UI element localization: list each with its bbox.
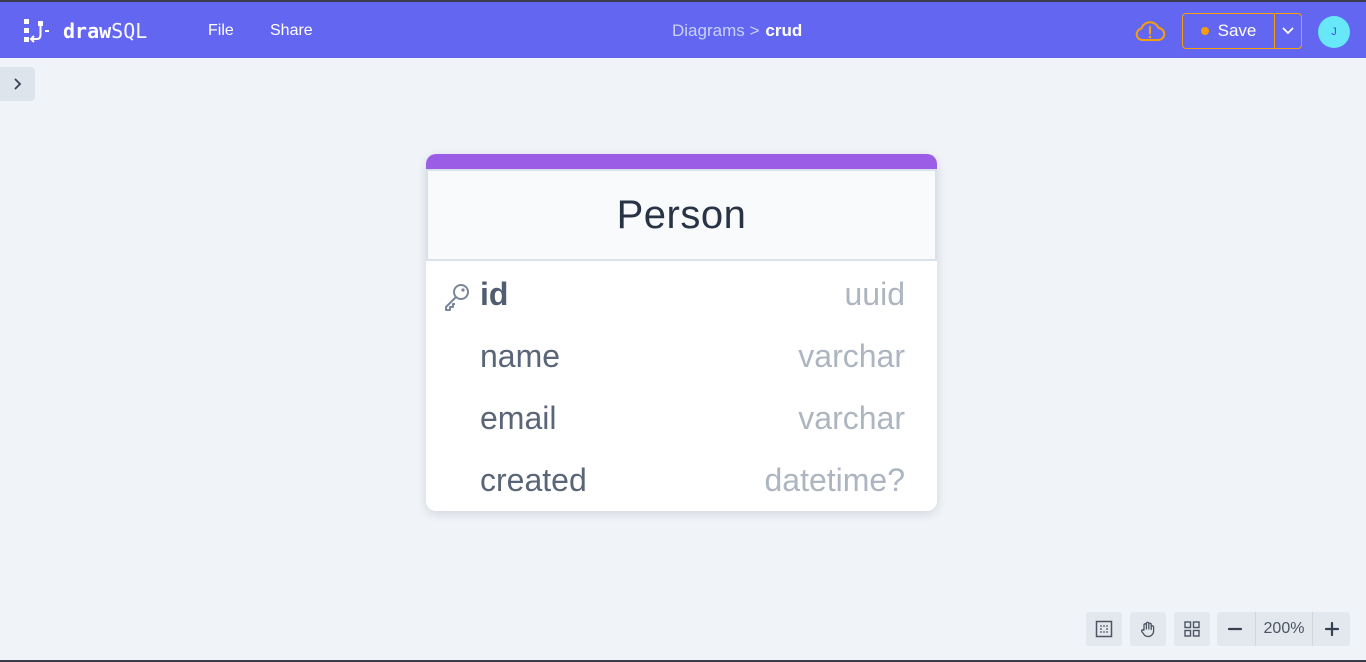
zoom-controls: 200% (1217, 612, 1350, 646)
table-color-bar (426, 154, 937, 170)
sidebar-toggle-button[interactable] (0, 67, 35, 101)
field-type: varchar (798, 400, 905, 436)
plus-icon (1324, 621, 1340, 637)
field-row-id[interactable]: id uuid (426, 262, 937, 324)
brand-name[interactable]: drawSQL (63, 19, 147, 43)
field-name: created (480, 462, 587, 498)
field-row-created[interactable]: created datetime? (426, 448, 937, 510)
user-avatar[interactable]: J (1318, 16, 1350, 48)
select-area-tool-button[interactable] (1086, 612, 1122, 646)
save-button-group: Save (1182, 13, 1302, 49)
hand-pan-icon (1141, 621, 1155, 638)
breadcrumb-diagrams-link[interactable]: Diagrams > (672, 21, 759, 40)
zoom-in-button[interactable] (1314, 612, 1350, 646)
field-row-name[interactable]: name varchar (426, 324, 937, 386)
table-title: Person (616, 192, 747, 237)
primary-key-icon (445, 284, 469, 311)
save-options-dropdown[interactable] (1275, 14, 1301, 48)
field-type: uuid (844, 276, 906, 312)
menu-file[interactable]: File (208, 21, 234, 41)
unsaved-indicator (1200, 27, 1209, 35)
breadcrumb-current-diagram[interactable]: crud (765, 21, 802, 40)
menu-share[interactable]: Share (270, 21, 313, 41)
field-name: email (480, 400, 557, 436)
drawsql-logo-icon[interactable] (22, 17, 52, 47)
cloud-warning-icon[interactable] (1134, 17, 1166, 45)
zoom-level[interactable]: 200% (1255, 612, 1313, 646)
save-label: Save (1217, 21, 1257, 40)
field-type: datetime? (764, 462, 905, 498)
field-name: id (480, 276, 509, 312)
chevron-right-icon (14, 78, 21, 90)
brand-bold: draw (63, 19, 112, 43)
chevron-down-icon (1282, 27, 1294, 35)
pan-tool-button[interactable] (1130, 612, 1166, 646)
auto-layout-tool-button[interactable] (1174, 612, 1210, 646)
table-header[interactable]: Person (426, 169, 937, 261)
field-type: varchar (798, 338, 905, 374)
breadcrumb: Diagrams > crud (672, 21, 802, 41)
top-bar: drawSQL File Share Diagrams > crud Save J (0, 2, 1366, 58)
select-area-icon (1095, 620, 1113, 638)
grid-layout-icon (1184, 621, 1200, 637)
zoom-out-button[interactable] (1217, 612, 1253, 646)
brand-light: SQL (111, 19, 148, 43)
field-name: name (480, 338, 561, 374)
field-row-email[interactable]: email varchar (426, 386, 937, 448)
minus-icon (1227, 627, 1243, 631)
save-button[interactable]: Save (1183, 14, 1274, 48)
table-person[interactable]: Person id uuid name varchar email varcha… (426, 154, 937, 511)
